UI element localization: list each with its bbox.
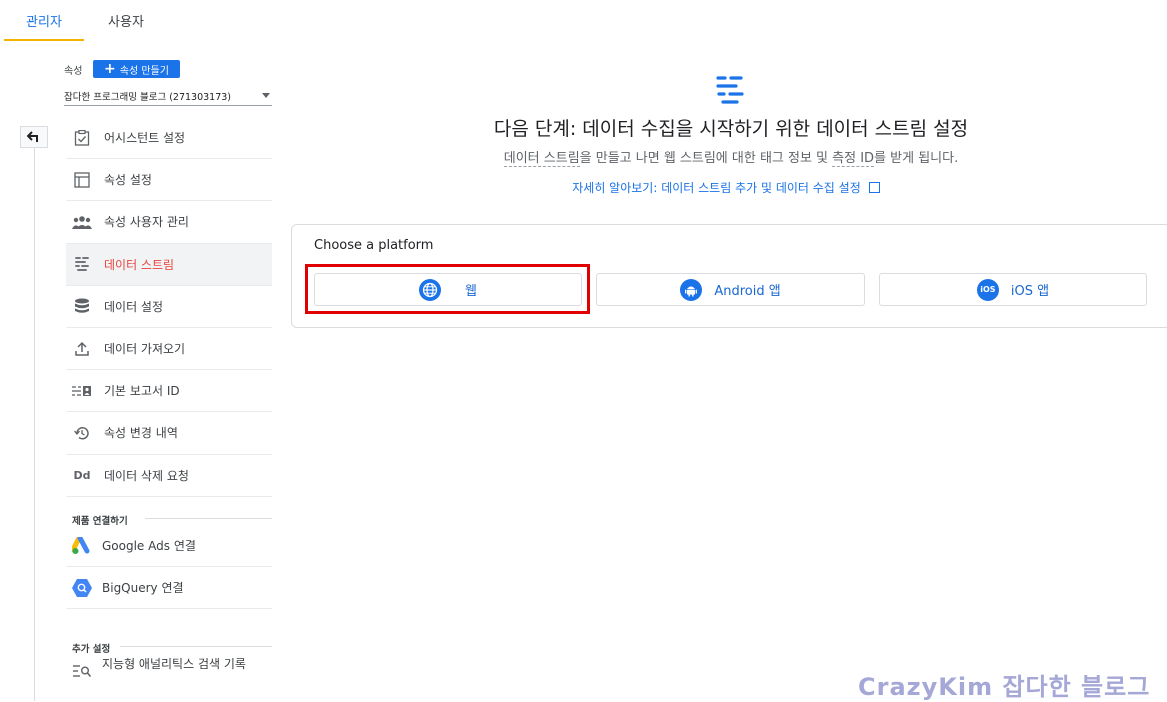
property-select-value: 잡다한 프로그래밍 블로그 (271303173) [64, 91, 232, 103]
additional-settings-list: 지능형 애널리틱스 검색 기록 [66, 658, 272, 700]
property-select[interactable]: 잡다한 프로그래밍 블로그 (271303173) [64, 86, 272, 106]
sidebar-item-label: 속성 사용자 관리 [104, 215, 189, 230]
sidebar-item-user-management[interactable]: 속성 사용자 관리 [66, 201, 272, 244]
data-stream-term[interactable]: 데이터 스트림 [503, 151, 580, 167]
tab-admin-underline [4, 39, 84, 41]
sidebar-item-label: 데이터 설정 [104, 299, 164, 314]
external-link-icon [868, 182, 880, 193]
sidebar-item-data-streams[interactable]: 데이터 스트림 [66, 243, 272, 286]
sidebar-item-label: 지능형 애널리틱스 검색 기록 [102, 657, 246, 671]
people-icon [66, 215, 98, 229]
measurement-id-term[interactable]: 측정 ID [832, 151, 875, 167]
create-property-button[interactable]: + 속성 만들기 [93, 60, 180, 78]
sidebar-item-label: 속성 변경 내역 [104, 426, 178, 441]
dropdown-arrow-icon [262, 93, 270, 98]
android-platform-label: Android 앱 [714, 284, 781, 299]
sidebar-item-label: 데이터 스트림 [104, 257, 175, 272]
top-tabs: 관리자 사용자 [0, 0, 1167, 41]
sidebar-item-data-import[interactable]: 데이터 가져오기 [66, 328, 272, 371]
id-card-icon [66, 385, 98, 397]
sidebar-item-search-history[interactable]: 지능형 애널리틱스 검색 기록 [66, 658, 272, 700]
property-label: 속성 [64, 66, 83, 77]
sidebar-item-bigquery[interactable]: BigQuery 연결 [66, 567, 272, 609]
android-icon [680, 278, 703, 301]
tab-admin[interactable]: 관리자 [4, 0, 84, 41]
database-icon [66, 298, 98, 314]
sidebar-item-change-history[interactable]: 속성 변경 내역 [66, 412, 272, 455]
sidebar-item-label: 데이터 가져오기 [104, 342, 186, 357]
dd-icon: Dd [73, 468, 91, 482]
additional-settings-divider [120, 646, 272, 647]
ios-icon: iOS [976, 278, 999, 301]
page-subtitle: 데이터 스트림을 만들고 나면 웹 스트림에 대한 태그 정보 및 측정 ID를… [0, 147, 1167, 167]
sidebar-item-label: Google Ads 연결 [102, 539, 196, 553]
tab-user-label: 사용자 [108, 15, 144, 30]
sidebar-item-data-deletion[interactable]: Dd 데이터 삭제 요청 [66, 455, 272, 497]
sidebar-divider [34, 140, 35, 701]
android-platform-button[interactable]: Android 앱 [596, 273, 865, 306]
upload-icon [66, 341, 98, 357]
ios-platform-label: iOS 앱 [1010, 284, 1050, 299]
learn-more-label: 자세히 알아보기: 데이터 스트림 추가 및 데이터 수집 설정 [572, 181, 861, 195]
tab-admin-label: 관리자 [26, 15, 62, 30]
google-ads-icon [66, 536, 98, 555]
tab-user[interactable]: 사용자 [90, 0, 162, 41]
product-links-divider [145, 518, 272, 519]
sidebar-item-data-settings[interactable]: 데이터 설정 [66, 286, 272, 328]
sidebar-item-reporting-id[interactable]: 기본 보고서 ID [66, 370, 272, 413]
sidebar-item-google-ads[interactable]: Google Ads 연결 [66, 525, 272, 567]
watermark: CrazyKim 잡다한 블로그 [858, 673, 1151, 701]
data-stream-hero-icon [716, 76, 744, 104]
product-links-list: Google Ads 연결 BigQuery 연결 [66, 525, 272, 609]
search-list-icon [66, 658, 98, 678]
bigquery-icon [66, 578, 98, 597]
subtitle-text-end: 를 받게 됩니다. [874, 151, 959, 166]
additional-settings-heading: 추가 설정 [72, 644, 111, 655]
plus-icon: + [104, 61, 116, 77]
ios-platform-button[interactable]: iOS iOS 앱 [879, 273, 1147, 306]
learn-more-link[interactable]: 자세히 알아보기: 데이터 스트림 추가 및 데이터 수집 설정 [0, 179, 1167, 196]
page-title: 다음 단계: 데이터 수집을 시작하기 위한 데이터 스트림 설정 [493, 118, 969, 140]
sidebar-nav: 어시스턴트 설정 속성 설정 속성 사용자 관리 데이터 스트림 데이터 설정 … [66, 117, 272, 497]
sidebar-item-label: 기본 보고서 ID [104, 384, 180, 399]
history-icon [66, 425, 98, 441]
web-button-highlight [305, 264, 590, 314]
create-property-label: 속성 만들기 [119, 65, 169, 77]
streams-icon [66, 256, 98, 272]
choose-platform-heading: Choose a platform [314, 238, 434, 253]
subtitle-text: 을 만들고 나면 웹 스트림에 대한 태그 정보 및 [579, 151, 833, 166]
sidebar-item-label: BigQuery 연결 [102, 581, 184, 595]
sidebar-item-label: 데이터 삭제 요청 [104, 468, 189, 483]
